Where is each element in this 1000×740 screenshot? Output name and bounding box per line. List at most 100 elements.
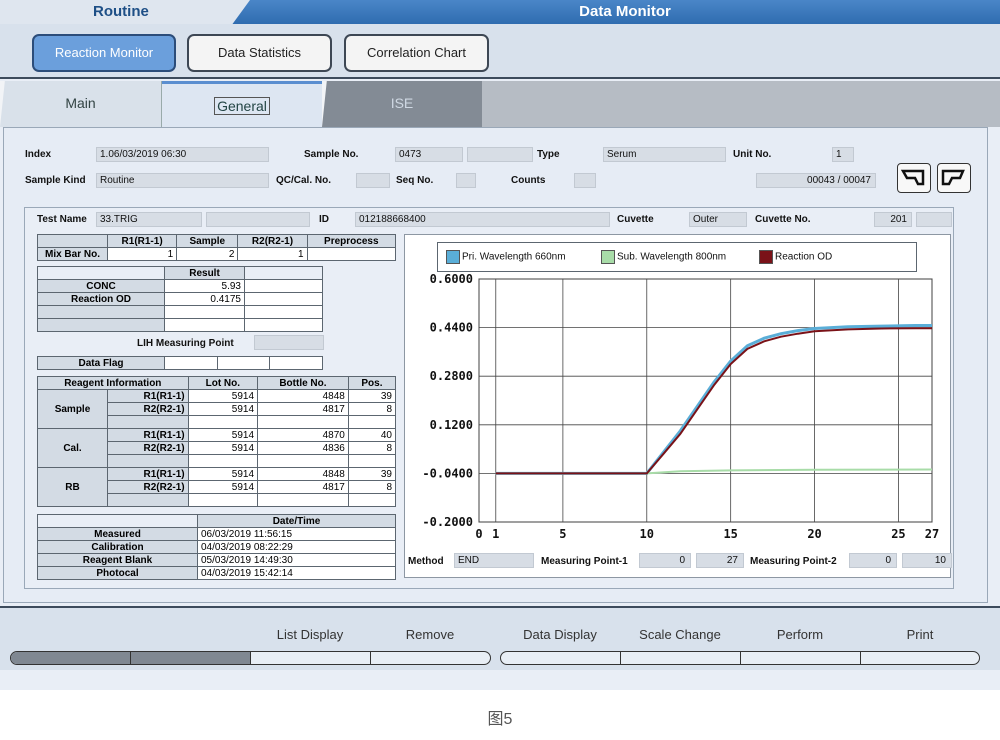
unit-no-label: Unit No.: [733, 149, 772, 160]
reagent-cell: R1(R1-1): [107, 467, 189, 481]
cuvette-no-field: 201: [874, 212, 912, 227]
legend-item: Pri. Wavelength 660nm: [446, 250, 566, 264]
date-time-row: Measured 06/03/2019 11:56:15: [37, 527, 396, 541]
conc-value: 5.93: [164, 279, 245, 293]
method-label: Method: [408, 556, 444, 567]
measuring-point-1-start: 0: [639, 553, 691, 568]
index-label: Index: [25, 149, 52, 160]
right-function-keys: [500, 651, 980, 665]
function-key-2[interactable]: [131, 652, 251, 664]
reagent-cell: 5914: [187, 428, 259, 442]
date-time-row: Calibration 04/03/2019 08:22:29: [37, 540, 396, 554]
counts-field: [574, 173, 596, 188]
correlation-chart-button[interactable]: Correlation Chart: [344, 34, 489, 72]
legend-label: Sub. Wavelength 800nm: [617, 251, 727, 263]
tab-bar: Main General ISE: [0, 81, 1000, 127]
reagent-cell: 8: [347, 480, 397, 494]
unit-no-field: 1: [832, 147, 854, 162]
date-time-label: Calibration: [37, 540, 198, 554]
reagent-cell: 4870: [257, 428, 349, 442]
reagent-header: Bottle No.: [257, 376, 349, 390]
id-label: ID: [319, 214, 329, 225]
mix-bar-header: Sample: [176, 234, 239, 248]
reaction-monitor-button[interactable]: Reaction Monitor: [32, 34, 176, 72]
mix-bar-header: R1(R1-1): [106, 234, 178, 248]
reagent-group-label: Cal.: [37, 428, 108, 468]
reagent-cell: R1(R1-1): [107, 428, 189, 442]
sample-kind-label: Sample Kind: [25, 175, 86, 186]
legend-label: Pri. Wavelength 660nm: [462, 251, 566, 263]
cuvette-no-extra-field: [916, 212, 952, 227]
date-time-header: Date/Time: [197, 514, 396, 528]
date-time-label: Photocal: [37, 566, 198, 580]
mix-bar-header: [37, 234, 108, 248]
reagent-header: Pos.: [347, 376, 397, 390]
mix-bar-header: Preprocess: [306, 234, 397, 248]
date-time-row: Photocal 04/03/2019 15:42:14: [37, 566, 396, 580]
data-display-label: Data Display: [523, 627, 597, 642]
reagent-cell: 40: [347, 428, 397, 442]
sample-no-extra-field: [467, 147, 533, 162]
print-label: Print: [906, 627, 934, 642]
test-name-field: 33.TRIG: [96, 212, 202, 227]
print-button[interactable]: [861, 652, 979, 664]
reagent-header: Lot No.: [187, 376, 259, 390]
reagent-cell: 39: [347, 467, 397, 481]
reagent-cell: 8: [347, 441, 397, 455]
date-time-row: Reagent Blank 05/03/2019 14:49:30: [37, 553, 396, 567]
reagent-cell: 5914: [187, 467, 259, 481]
result-table: Result CONC 5.93 Reaction OD 0.4175: [37, 266, 323, 332]
date-time-label: Reagent Blank: [37, 553, 198, 567]
data-monitor-title: Data Monitor: [579, 3, 671, 20]
x-tick-label: 27: [925, 527, 939, 541]
reaction-od-value: 0.4175: [164, 292, 245, 306]
test-name-label: Test Name: [37, 214, 87, 225]
function-key-1[interactable]: [11, 652, 131, 664]
cuvette-label: Cuvette: [617, 214, 654, 225]
next-sample-button[interactable]: [937, 163, 971, 193]
reagent-cell: 4848: [257, 467, 349, 481]
reagent-header-row: Reagent Information Lot No. Bottle No. P…: [37, 376, 397, 390]
list-display-button[interactable]: [251, 652, 371, 664]
mix-bar-row-label: Mix Bar No.: [37, 247, 108, 261]
legend-swatch: [601, 250, 615, 264]
reagent-cell: 8: [347, 402, 397, 416]
title-bar: Routine Data Monitor: [0, 0, 1000, 24]
perform-button[interactable]: [741, 652, 861, 664]
left-function-keys: [10, 651, 491, 665]
previous-sample-button[interactable]: [897, 163, 931, 193]
reagent-cell: 4817: [257, 480, 349, 494]
tab-ise[interactable]: ISE: [322, 81, 482, 127]
plot-area: [478, 278, 933, 523]
data-statistics-button[interactable]: Data Statistics: [187, 34, 332, 72]
result-header: Result: [164, 266, 245, 280]
date-time-value: 05/03/2019 14:49:30: [197, 553, 396, 567]
seq-no-label: Seq No.: [396, 175, 434, 186]
reagent-row: RB R1(R1-1) 5914 4848 39: [37, 467, 397, 507]
reagent-cell: R1(R1-1): [107, 389, 189, 403]
mix-bar-row: Mix Bar No. 1 2 1: [37, 247, 397, 261]
function-bar: List Display Remove Data Display Scale C…: [0, 606, 1000, 670]
scale-change-label: Scale Change: [639, 627, 721, 642]
reagent-group-label: Sample: [37, 389, 108, 429]
qc-cal-no-label: QC/Cal. No.: [276, 175, 332, 186]
cuvette-field: Outer: [689, 212, 747, 227]
mix-bar-cell: 1: [106, 247, 178, 261]
scale-change-button[interactable]: [621, 652, 741, 664]
type-field: Serum: [603, 147, 726, 162]
remove-button[interactable]: [371, 652, 490, 664]
mix-bar-table: R1(R1-1) Sample R2(R2-1) Preprocess Mix …: [37, 234, 397, 261]
tab-main[interactable]: Main: [0, 81, 162, 127]
data-display-button[interactable]: [501, 652, 621, 664]
perform-label: Perform: [776, 627, 824, 642]
data-flag-label: Data Flag: [37, 356, 165, 370]
method-field: END: [454, 553, 534, 568]
date-time-label: Measured: [37, 527, 198, 541]
x-tick-label: 10: [640, 527, 654, 541]
y-tick-label: -0.2000: [422, 515, 473, 529]
reagent-cell: 5914: [187, 480, 259, 494]
date-time-value: 06/03/2019 11:56:15: [197, 527, 396, 541]
tab-general[interactable]: General: [162, 81, 322, 127]
reagent-cell: R2(R2-1): [107, 441, 189, 455]
x-tick-label: 5: [559, 527, 566, 541]
